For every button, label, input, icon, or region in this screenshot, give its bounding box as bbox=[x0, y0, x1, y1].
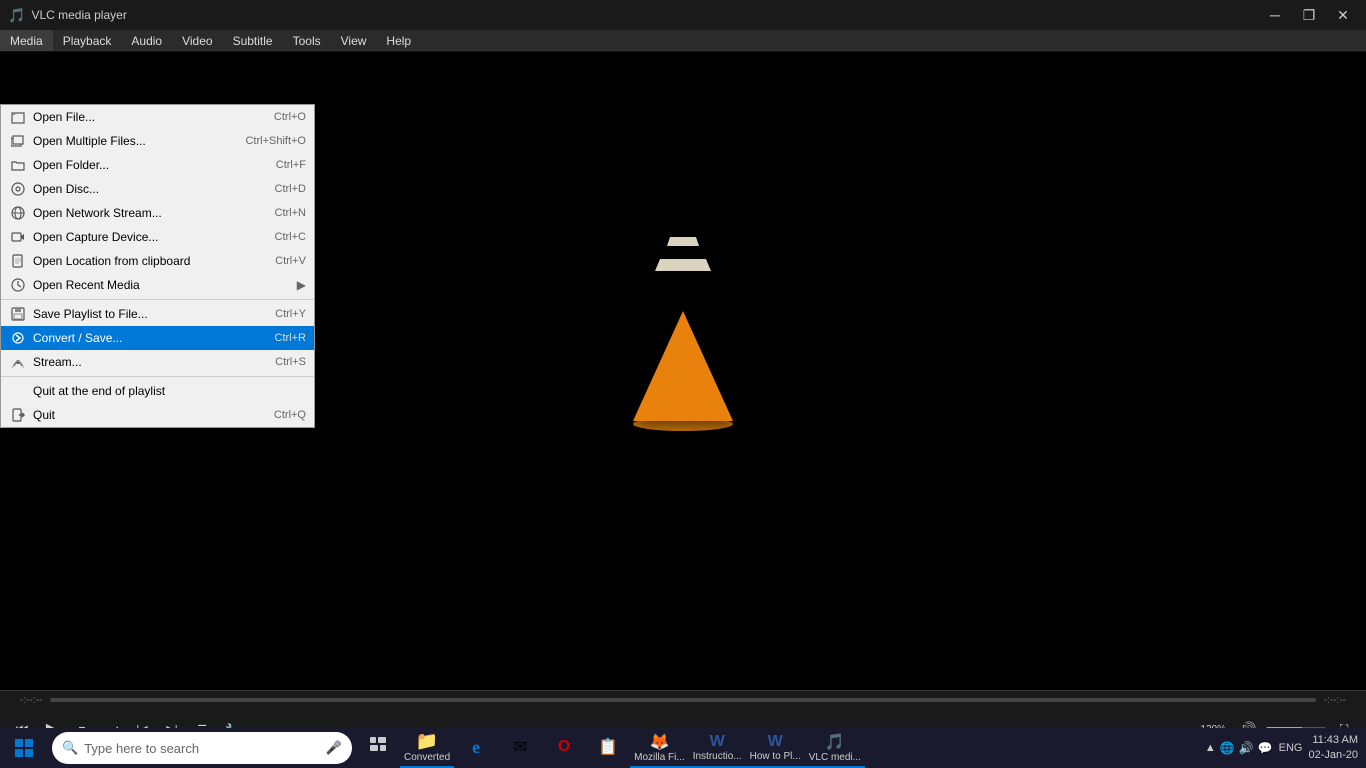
open-location-icon bbox=[9, 252, 27, 270]
seek-bar-row: -:--:-- -:--:-- bbox=[0, 691, 1366, 709]
search-placeholder: Type here to search bbox=[84, 741, 326, 756]
taskbar-app-opera[interactable]: O bbox=[542, 728, 586, 768]
seek-bar[interactable] bbox=[50, 698, 1316, 702]
open-folder-icon bbox=[9, 156, 27, 174]
volume-tray-icon[interactable]: 🔊 bbox=[1239, 741, 1254, 755]
menu-item-open-disc[interactable]: Open Disc... Ctrl+D bbox=[1, 177, 314, 201]
word2-label: How to Pl... bbox=[750, 751, 801, 762]
tray-arrow[interactable]: ▲ bbox=[1205, 742, 1216, 754]
media-dropdown-menu: Open File... Ctrl+O Open Multiple Files.… bbox=[0, 104, 315, 428]
separator-1 bbox=[1, 299, 314, 300]
file-explorer-icon: 📁 bbox=[416, 731, 438, 752]
menu-item-open-capture[interactable]: Open Capture Device... Ctrl+C bbox=[1, 225, 314, 249]
firefox-label: Mozilla Fi... bbox=[634, 752, 685, 763]
taskbar-search[interactable]: 🔍 Type here to search 🎤 bbox=[52, 732, 352, 764]
taskbar-app-firefox[interactable]: 🦊 Mozilla Fi... bbox=[630, 728, 689, 768]
menu-item-open-recent[interactable]: Open Recent Media ▶ bbox=[1, 273, 314, 297]
menu-item-convert-save[interactable]: Convert / Save... Ctrl+R bbox=[1, 326, 314, 350]
vlc-label: VLC medi... bbox=[809, 752, 861, 763]
menu-item-open-file[interactable]: Open File... Ctrl+O bbox=[1, 105, 314, 129]
opera-icon: O bbox=[558, 738, 570, 756]
stream-icon bbox=[9, 353, 27, 371]
windows-icon bbox=[15, 739, 33, 757]
menu-item-open-network[interactable]: Open Network Stream... Ctrl+N bbox=[1, 201, 314, 225]
clock-time: 11:43 AM bbox=[1308, 733, 1358, 748]
system-clock[interactable]: 11:43 AM 02-Jan-20 bbox=[1308, 733, 1358, 764]
word1-label: Instructio... bbox=[693, 751, 742, 762]
quit-playlist-icon bbox=[9, 382, 27, 400]
taskbar: 🔍 Type here to search 🎤 📁 Converted e ✉ … bbox=[0, 728, 1366, 768]
window-controls: ─ ❐ ✕ bbox=[1260, 5, 1358, 25]
search-icon: 🔍 bbox=[62, 740, 78, 756]
close-button[interactable]: ✕ bbox=[1328, 5, 1358, 25]
menu-item-save-playlist[interactable]: Save Playlist to File... Ctrl+Y bbox=[1, 302, 314, 326]
separator-2 bbox=[1, 376, 314, 377]
open-network-icon bbox=[9, 204, 27, 222]
menu-item-open-location[interactable]: Open Location from clipboard Ctrl+V bbox=[1, 249, 314, 273]
menu-item-quit[interactable]: Quit Ctrl+Q bbox=[1, 403, 314, 427]
file-explorer-label: Converted bbox=[404, 752, 450, 763]
taskbar-app-word2[interactable]: W How to Pl... bbox=[746, 728, 805, 768]
taskview-button[interactable] bbox=[356, 728, 400, 768]
menu-bar: Media Playback Audio Video Subtitle Tool… bbox=[0, 30, 1366, 52]
menu-subtitle[interactable]: Subtitle bbox=[223, 30, 283, 51]
edge-icon: e bbox=[472, 737, 480, 758]
notification-icon[interactable]: 💬 bbox=[1258, 741, 1273, 755]
minimize-button[interactable]: ─ bbox=[1260, 5, 1290, 25]
cone-body bbox=[633, 311, 733, 421]
menu-tools[interactable]: Tools bbox=[283, 30, 331, 51]
menu-media[interactable]: Media bbox=[0, 30, 53, 51]
menu-item-quit-playlist[interactable]: Quit at the end of playlist bbox=[1, 379, 314, 403]
open-capture-icon bbox=[9, 228, 27, 246]
taskbar-app-word1[interactable]: W Instructio... bbox=[689, 728, 746, 768]
menu-item-stream[interactable]: Stream... Ctrl+S bbox=[1, 350, 314, 374]
menu-playback[interactable]: Playback bbox=[53, 30, 122, 51]
seek-time-left: -:--:-- bbox=[20, 695, 42, 706]
vlc-taskbar-icon: 🎵 bbox=[825, 732, 845, 752]
mic-icon: 🎤 bbox=[326, 740, 342, 756]
taskbar-app-edge[interactable]: e bbox=[454, 728, 498, 768]
cone-stripe-1 bbox=[655, 259, 711, 271]
taskbar-right: ▲ 🌐 🔊 💬 ENG 11:43 AM 02-Jan-20 bbox=[1205, 733, 1366, 764]
taskview-icon bbox=[370, 737, 386, 758]
taskbar-app-file-explorer[interactable]: 📁 Converted bbox=[400, 728, 454, 768]
word2-icon: W bbox=[768, 733, 783, 751]
maximize-button[interactable]: ❐ bbox=[1294, 5, 1324, 25]
save-playlist-icon bbox=[9, 305, 27, 323]
menu-help[interactable]: Help bbox=[376, 30, 421, 51]
cone-stripe-2 bbox=[667, 237, 699, 246]
clock-date: 02-Jan-20 bbox=[1308, 748, 1358, 763]
open-multiple-icon bbox=[9, 132, 27, 150]
title-bar: 🎵 VLC media player ─ ❐ ✕ bbox=[0, 0, 1366, 30]
open-recent-icon bbox=[9, 276, 27, 294]
quit-icon bbox=[9, 406, 27, 424]
network-icon: 🌐 bbox=[1220, 741, 1235, 755]
system-tray: ▲ 🌐 🔊 💬 bbox=[1205, 741, 1273, 755]
taskbar-app-notes[interactable]: 📋 bbox=[586, 728, 630, 768]
open-file-icon bbox=[9, 108, 27, 126]
notes-icon: 📋 bbox=[598, 737, 618, 757]
menu-item-open-multiple[interactable]: Open Multiple Files... Ctrl+Shift+O bbox=[1, 129, 314, 153]
word1-icon: W bbox=[710, 733, 725, 751]
taskbar-app-vlc[interactable]: 🎵 VLC medi... bbox=[805, 728, 865, 768]
taskbar-app-mail[interactable]: ✉ bbox=[498, 728, 542, 768]
menu-item-open-folder[interactable]: Open Folder... Ctrl+F bbox=[1, 153, 314, 177]
taskbar-apps: 📁 Converted e ✉ O 📋 🦊 Mozilla Fi... bbox=[400, 728, 865, 768]
window-title: VLC media player bbox=[31, 8, 1260, 22]
menu-video[interactable]: Video bbox=[172, 30, 222, 51]
submenu-arrow: ▶ bbox=[297, 278, 306, 292]
menu-audio[interactable]: Audio bbox=[121, 30, 172, 51]
keyboard-lang[interactable]: ENG bbox=[1279, 742, 1303, 754]
vlc-logo bbox=[633, 311, 733, 431]
app-icon: 🎵 bbox=[8, 7, 25, 24]
firefox-icon: 🦊 bbox=[649, 732, 669, 752]
video-area: Open File... Ctrl+O Open Multiple Files.… bbox=[0, 52, 1366, 690]
start-button[interactable] bbox=[0, 728, 48, 768]
mail-icon: ✉ bbox=[513, 737, 526, 757]
seek-time-right: -:--:-- bbox=[1324, 695, 1346, 706]
convert-save-icon bbox=[9, 329, 27, 347]
menu-view[interactable]: View bbox=[331, 30, 377, 51]
open-disc-icon bbox=[9, 180, 27, 198]
